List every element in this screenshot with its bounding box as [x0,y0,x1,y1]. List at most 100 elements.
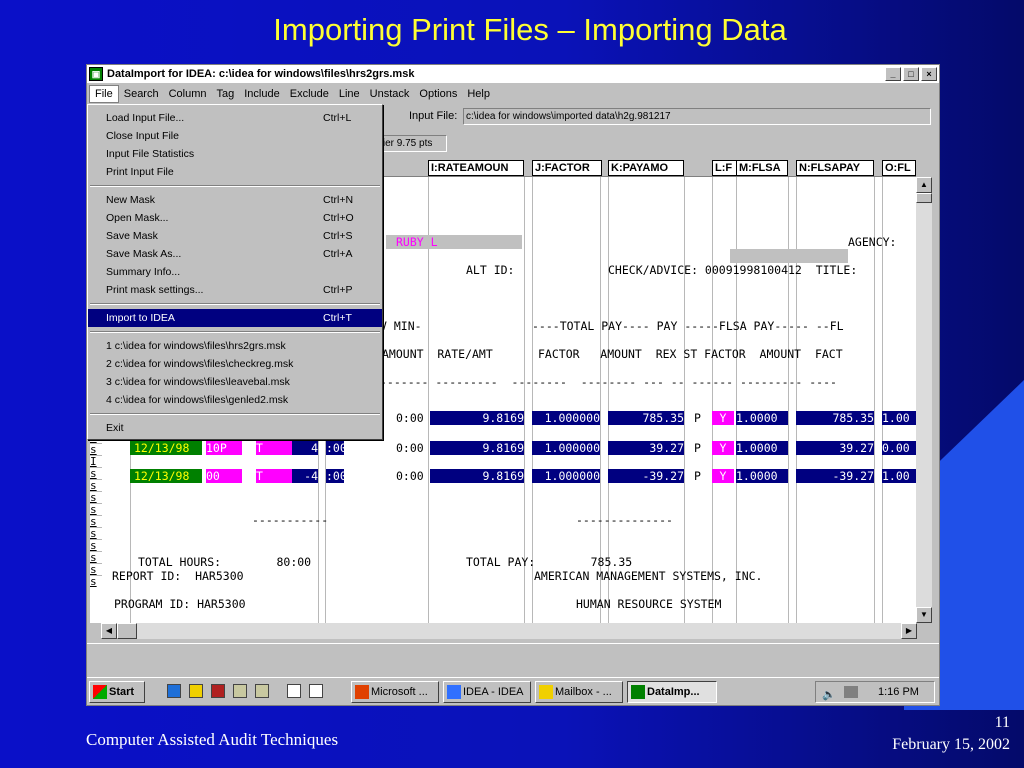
menu-options[interactable]: Options [414,86,462,102]
network-icon[interactable] [233,684,247,698]
taskbar-label: IDEA - IDEA [463,686,524,698]
menu-exclude[interactable]: Exclude [285,86,334,102]
menu-item-recent-1[interactable]: 1 c:\idea for windows\files\hrs2grs.msk [88,337,382,355]
menu-line[interactable]: Line [334,86,365,102]
column-header-flsapay[interactable]: N:FLSAPAY [796,160,874,176]
scroll-left-arrow-icon[interactable]: ◀ [101,623,117,639]
menu-unstack[interactable]: Unstack [365,86,415,102]
menu-search[interactable]: Search [119,86,164,102]
row-rate: 9.8169 [430,441,524,455]
row-p: P [694,441,701,455]
taskbar-item-mailbox[interactable]: Mailbox - ... [535,681,623,703]
document-icon[interactable] [287,684,301,698]
start-label: Start [109,686,135,698]
footer-course-title: Computer Assisted Audit Techniques [86,730,339,749]
header-factor-amount: FACTOR AMOUNT REX ST FACTOR AMOUNT FACT [538,347,843,361]
header-total-pay: ----TOTAL PAY---- PAY -----FLSA PAY-----… [532,319,844,333]
menu-item-print-mask-settings[interactable]: Print mask settings... Ctrl+P [88,281,382,299]
menu-column[interactable]: Column [164,86,212,102]
menu-tag[interactable]: Tag [212,86,240,102]
menu-item-exit[interactable]: Exit [88,419,382,437]
menu-item-summary-info[interactable]: Summary Info... [88,263,382,281]
browser-icon[interactable] [309,684,323,698]
close-button[interactable]: × [921,67,937,81]
grid-line [736,177,737,623]
volume-icon[interactable]: 🔈 [822,685,836,705]
scroll-thumb[interactable] [117,623,137,639]
row-hours-cont: :00 [326,469,347,483]
maximize-button[interactable]: □ [903,67,919,81]
page-number: 11 [994,714,1010,731]
menu-item-save-mask-as[interactable]: Save Mask As... Ctrl+A [88,245,382,263]
ie-icon[interactable] [167,684,181,698]
menu-item-new-mask[interactable]: New Mask Ctrl+N [88,191,382,209]
taskbar-item-dataimport[interactable]: DataImp... [627,681,717,703]
horizontal-scrollbar[interactable]: ◀ ▶ [101,623,917,639]
check-advice-line: CHECK/ADVICE: 00091998100412 TITLE: [608,263,858,277]
record-marker: s [90,491,102,504]
system-tray: 🔈 1:16 PM [815,681,935,703]
taskbar-item-microsoft[interactable]: Microsoft ... [351,681,439,703]
menu-item-import-to-idea[interactable]: Import to IDEA Ctrl+T [88,309,382,327]
row-hours: -4 [292,469,318,483]
menu-help[interactable]: Help [462,86,495,102]
row-amount: -39.27 [608,469,684,483]
header-amount-rate: AMOUNT RATE/AMT [382,347,493,361]
row-p: P [694,469,701,483]
row-p: P [694,411,701,425]
network-tray-icon[interactable] [844,686,858,698]
column-header-factor[interactable]: J:FACTOR [532,160,602,176]
column-header-payamount[interactable]: K:PAYAMO [608,160,684,176]
system-name: HUMAN RESOURCE SYSTEM [576,597,722,611]
minimize-button[interactable]: _ [885,67,901,81]
row-min: 0:00 [396,469,424,483]
row-flsa-amount: -39.27 [796,469,874,483]
column-header-rateamount[interactable]: I:RATEAMOUN [428,160,524,176]
taskbar-item-idea[interactable]: IDEA - IDEA [443,681,531,703]
menu-item-recent-4[interactable]: 4 c:\idea for windows\files\genled2.msk [88,391,382,409]
outlook-icon[interactable] [189,684,203,698]
vertical-scrollbar[interactable]: ▲ ▼ [916,177,932,623]
row-date: 12/13/98 [130,469,202,483]
mailbox-icon [539,685,553,700]
menu-item-open-mask[interactable]: Open Mask... Ctrl+O [88,209,382,227]
terminal-icon[interactable] [255,684,269,698]
start-button[interactable]: Start [89,681,145,703]
scroll-right-arrow-icon[interactable]: ▶ [901,623,917,639]
grid-line [788,177,789,623]
menu-separator [90,303,380,305]
menu-item-save-mask[interactable]: Save Mask Ctrl+S [88,227,382,245]
menu-item-load-input-file[interactable]: Load Input File... Ctrl+L [88,109,382,127]
input-file-label: Input File: [409,110,458,122]
row-amount: 785.35 [608,411,684,425]
status-area [87,643,939,675]
record-marker: s [90,563,102,576]
menu-separator [90,413,380,415]
row-min: 0:00 [396,441,424,455]
window-titlebar[interactable]: ▣ DataImport for IDEA: c:\idea for windo… [87,65,939,83]
column-header-l[interactable]: L:F [712,160,738,176]
input-file-field[interactable]: c:\idea for windows\imported data\h2g.98… [463,108,931,125]
row-flsa-amount: 785.35 [796,411,874,425]
column-header-flsa[interactable]: M:FLSA [736,160,788,176]
scroll-up-arrow-icon[interactable]: ▲ [916,177,932,193]
scroll-down-arrow-icon[interactable]: ▼ [916,607,932,623]
menu-file[interactable]: File [89,85,119,103]
employee-name: RUBY L [396,235,438,249]
menu-include[interactable]: Include [239,86,284,102]
printer-icon[interactable] [211,684,225,698]
column-header-o[interactable]: O:FL [882,160,916,176]
row-code: 00 [206,469,242,483]
row-factor: 1.000000 [532,441,600,455]
scroll-thumb[interactable] [916,193,932,203]
underline-hours: ----------- [252,513,329,527]
row-flsa-amount: 39.27 [796,441,874,455]
menu-item-print-input-file[interactable]: Print Input File [88,163,382,181]
menu-item-recent-3[interactable]: 3 c:\idea for windows\files\leavebal.msk [88,373,382,391]
menu-item-close-input-file[interactable]: Close Input File [88,127,382,145]
menu-item-recent-2[interactable]: 2 c:\idea for windows\files\checkreg.msk [88,355,382,373]
row-amount: 39.27 [608,441,684,455]
dataimport-window[interactable]: ▣ DataImport for IDEA: c:\idea for windo… [86,64,940,706]
window-title: DataImport for IDEA: c:\idea for windows… [107,68,415,80]
menu-item-input-file-statistics[interactable]: Input File Statistics [88,145,382,163]
